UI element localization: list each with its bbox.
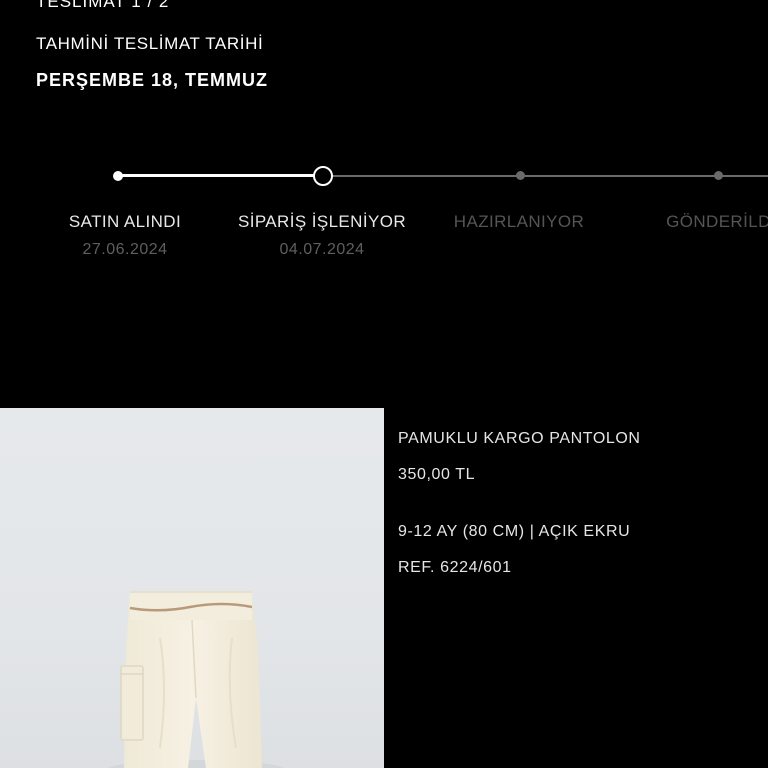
product-card[interactable]: PAMUKLU KARGO PANTOLON 350,00 TL 9-12 AY… [0,408,768,768]
progress-line-completed [118,174,323,177]
product-price: 350,00 TL [398,466,476,483]
product-name[interactable]: PAMUKLU KARGO PANTOLON [398,430,641,448]
step-name: GÖNDERİLDİ [666,212,768,231]
progress-line-pending [323,175,768,177]
cargo-pants-illustration [107,591,285,768]
step-purchased: SATIN ALINDI 27.06.2024 [30,212,220,259]
step-dot-purchased [113,171,123,181]
step-date: 27.06.2024 [82,241,168,258]
step-processing: SİPARİŞ İŞLENİYOR 04.07.2024 [227,212,417,259]
step-name: SATIN ALINDI [68,212,182,231]
step-dot-processing [313,166,333,186]
step-dot-shipped [714,171,723,180]
order-progress-tracker: SATIN ALINDI 27.06.2024 SİPARİŞ İŞLENİYO… [0,0,768,280]
product-reference: REF. 6224/601 [398,559,512,576]
step-shipped: GÖNDERİLDİ [621,212,768,232]
step-dot-preparing [516,171,525,180]
step-name: SİPARİŞ İŞLENİYOR [237,212,407,231]
step-date: 04.07.2024 [279,241,365,258]
product-variant: 9-12 AY (80 CM) | AÇIK EKRU [398,523,631,540]
product-info: PAMUKLU KARGO PANTOLON 350,00 TL 9-12 AY… [384,408,768,768]
step-preparing: HAZIRLANIYOR [424,212,614,232]
product-image[interactable] [0,408,384,768]
step-name: HAZIRLANIYOR [453,212,585,231]
